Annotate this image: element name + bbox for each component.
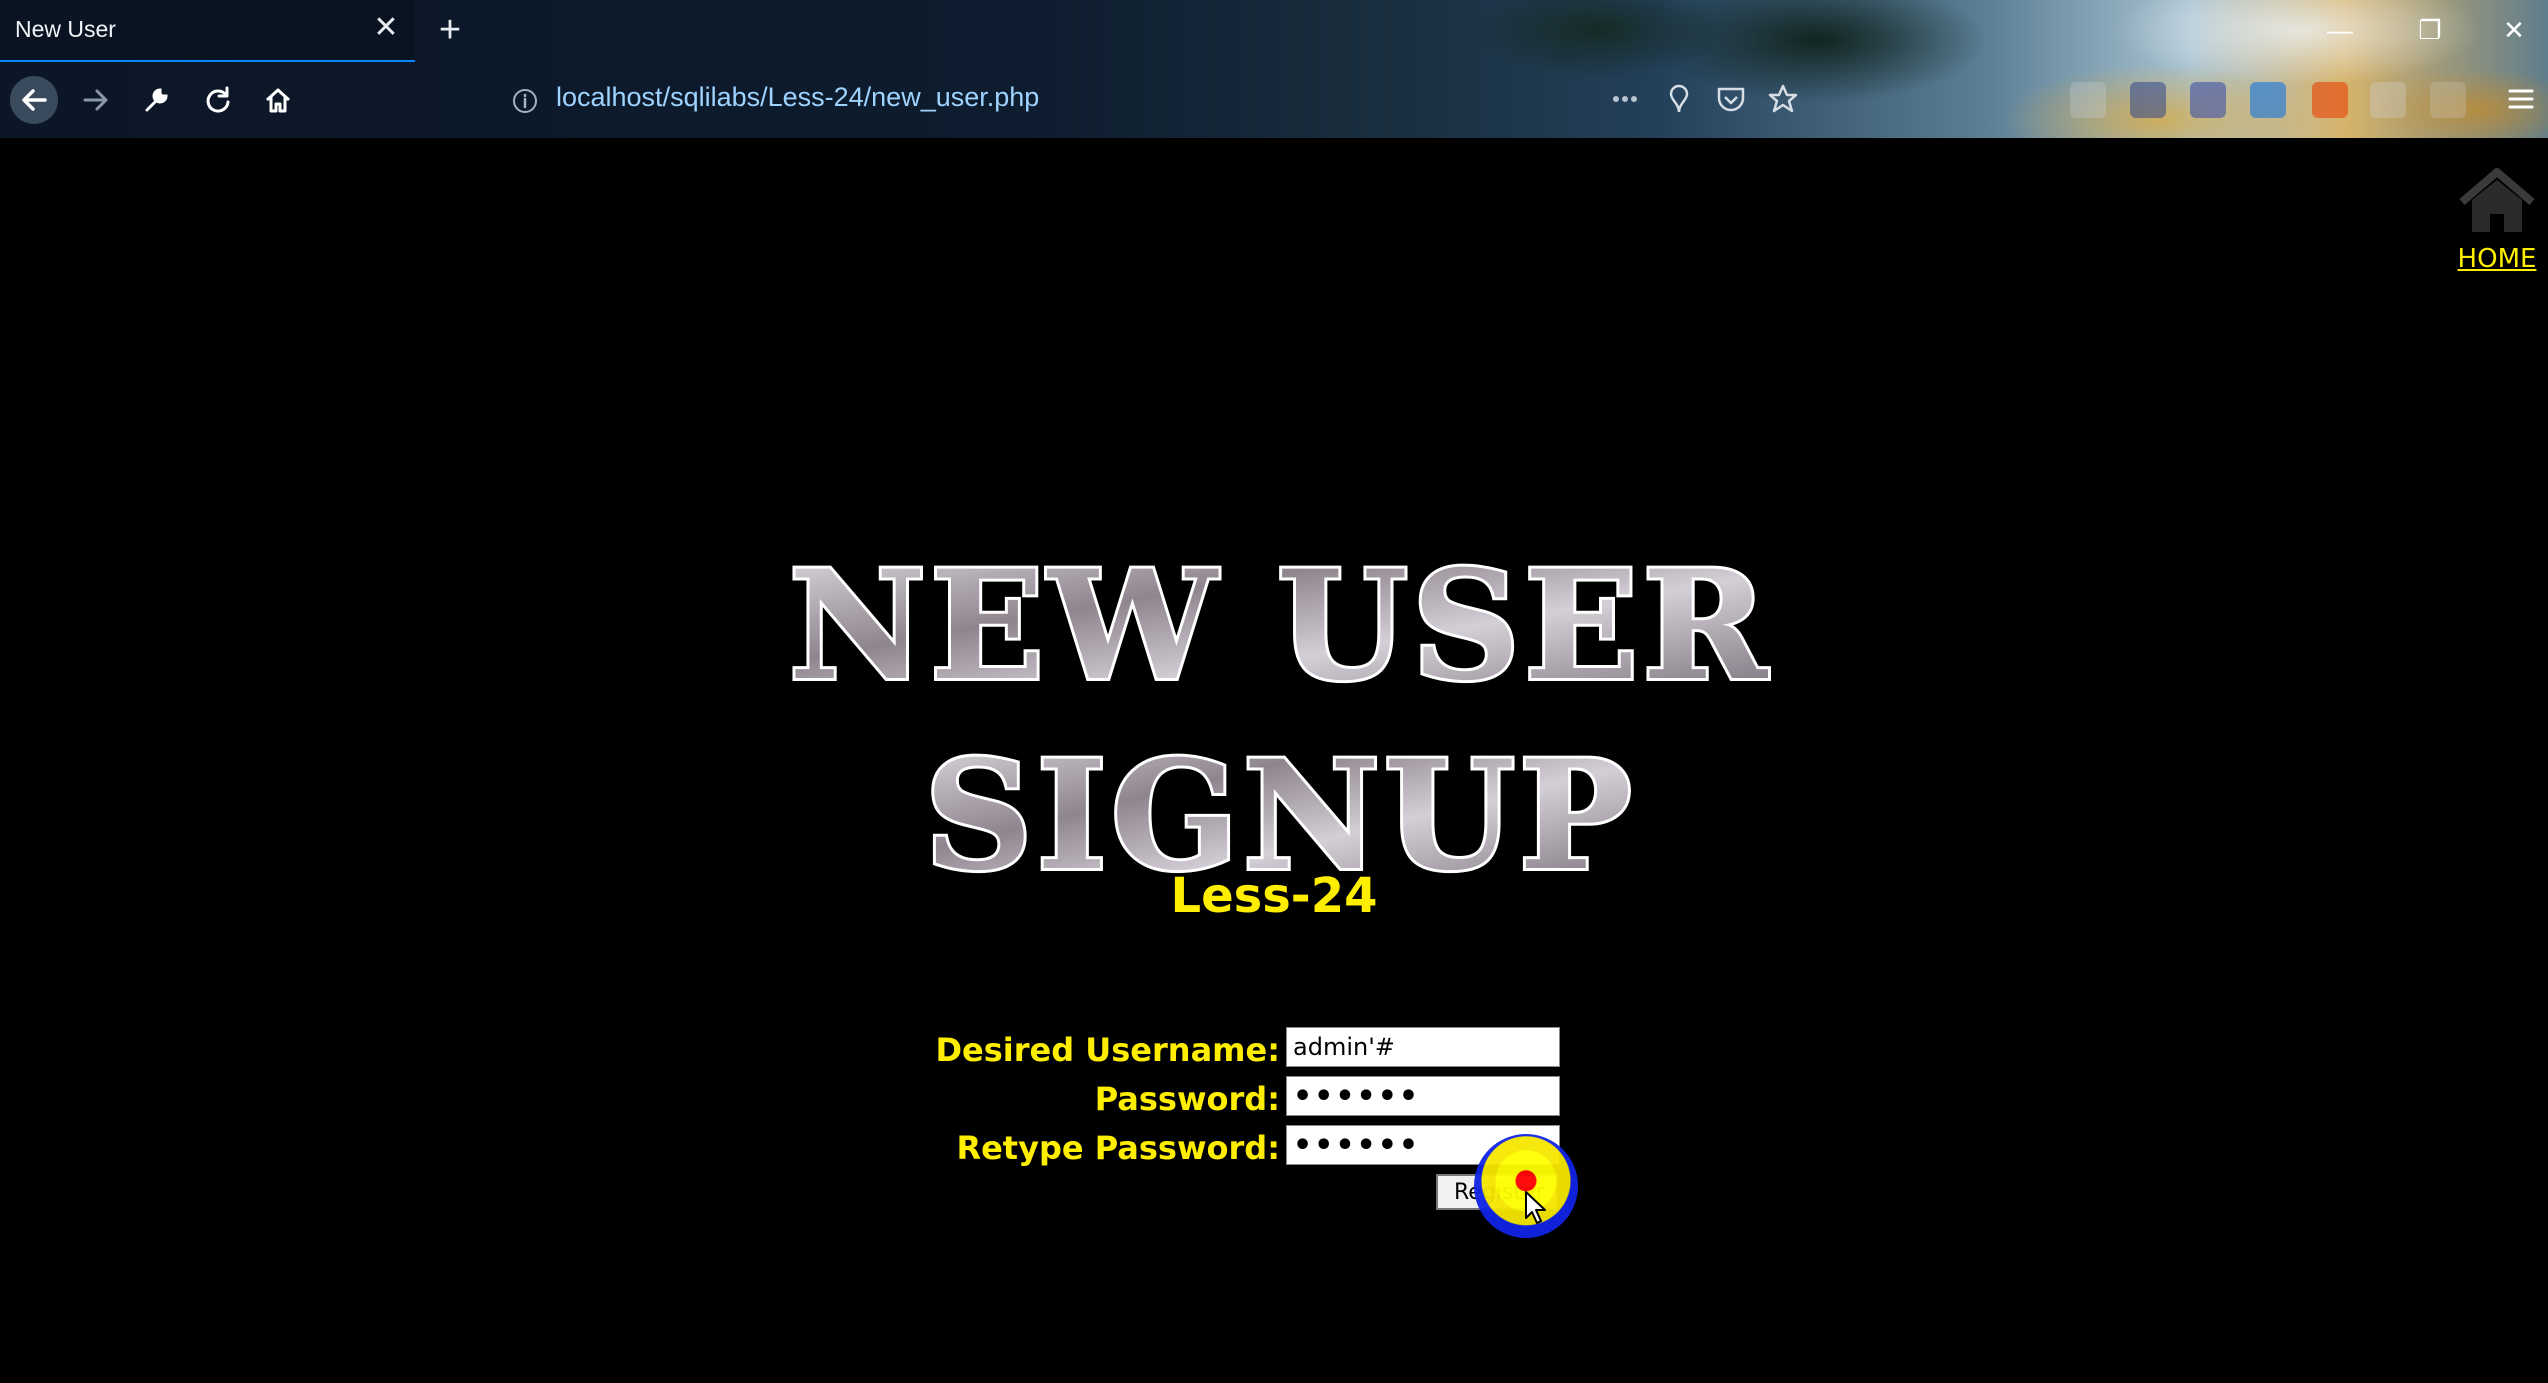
home-link[interactable]: HOME	[2452, 164, 2542, 274]
forward-button[interactable]	[72, 76, 120, 124]
pocket-icon[interactable]	[1714, 82, 1748, 116]
register-button[interactable]: Register	[1436, 1174, 1558, 1210]
restore-button[interactable]: ❐	[2408, 8, 2452, 52]
extension-icon[interactable]	[2130, 82, 2166, 118]
tab-new-user[interactable]: New User ✕	[0, 0, 415, 62]
home-button[interactable]	[254, 76, 302, 124]
extension-icon[interactable]	[2190, 82, 2226, 118]
browser-chrome: New User ✕ + — ❐ ✕ localhost/sqlilabs/Le…	[0, 0, 2548, 138]
forward-icon	[83, 89, 108, 111]
new-tab-button[interactable]: +	[430, 10, 470, 50]
close-window-button[interactable]: ✕	[2492, 8, 2536, 52]
extension-icon[interactable]	[2430, 82, 2466, 118]
extension-icon[interactable]	[2070, 82, 2106, 118]
tab-strip: New User ✕ + — ❐ ✕	[0, 0, 2548, 62]
bookmark-star-icon[interactable]	[1766, 82, 1800, 116]
extension-icon[interactable]	[2312, 82, 2348, 118]
lesson-title: Less-24	[1170, 868, 1378, 924]
tab-close-icon[interactable]: ✕	[370, 12, 402, 44]
home-icon	[265, 88, 291, 113]
back-button[interactable]	[10, 76, 58, 124]
password-field[interactable]	[1286, 1076, 1560, 1116]
info-icon[interactable]	[510, 86, 540, 116]
page-content: HOME NEW USER SIGNUP	[0, 138, 2548, 1383]
extension-icon[interactable]	[2370, 82, 2406, 118]
home-house-icon	[2459, 168, 2535, 232]
url-field[interactable]: localhost/sqlilabs/Less-24/new_user.php	[556, 82, 1039, 113]
minimize-button[interactable]: —	[2318, 8, 2362, 52]
reload-button[interactable]	[194, 76, 242, 124]
banner-line-1: NEW USER	[789, 538, 1771, 714]
password-row: Password:	[0, 1076, 2548, 1120]
wrench-icon	[145, 88, 168, 112]
retype-password-label: Retype Password:	[956, 1129, 1280, 1167]
more-icon[interactable]	[1608, 82, 1642, 116]
navigation-bar: localhost/sqlilabs/Less-24/new_user.php	[0, 62, 2548, 138]
menu-icon[interactable]	[2504, 82, 2538, 116]
tab-title: New User	[15, 16, 116, 42]
pin-icon[interactable]	[1662, 82, 1696, 116]
wrench-button[interactable]	[132, 76, 180, 124]
retype-password-row: Retype Password:	[0, 1125, 2548, 1169]
password-label: Password:	[1094, 1080, 1280, 1118]
home-link-label: HOME	[2457, 244, 2537, 274]
username-label: Desired Username:	[935, 1031, 1280, 1069]
back-icon	[22, 89, 47, 111]
reload-icon	[206, 86, 230, 113]
extension-icon[interactable]	[2250, 82, 2286, 118]
retype-password-field[interactable]	[1286, 1125, 1560, 1165]
username-field[interactable]	[1286, 1027, 1560, 1067]
username-row: Desired Username:	[0, 1027, 2548, 1071]
